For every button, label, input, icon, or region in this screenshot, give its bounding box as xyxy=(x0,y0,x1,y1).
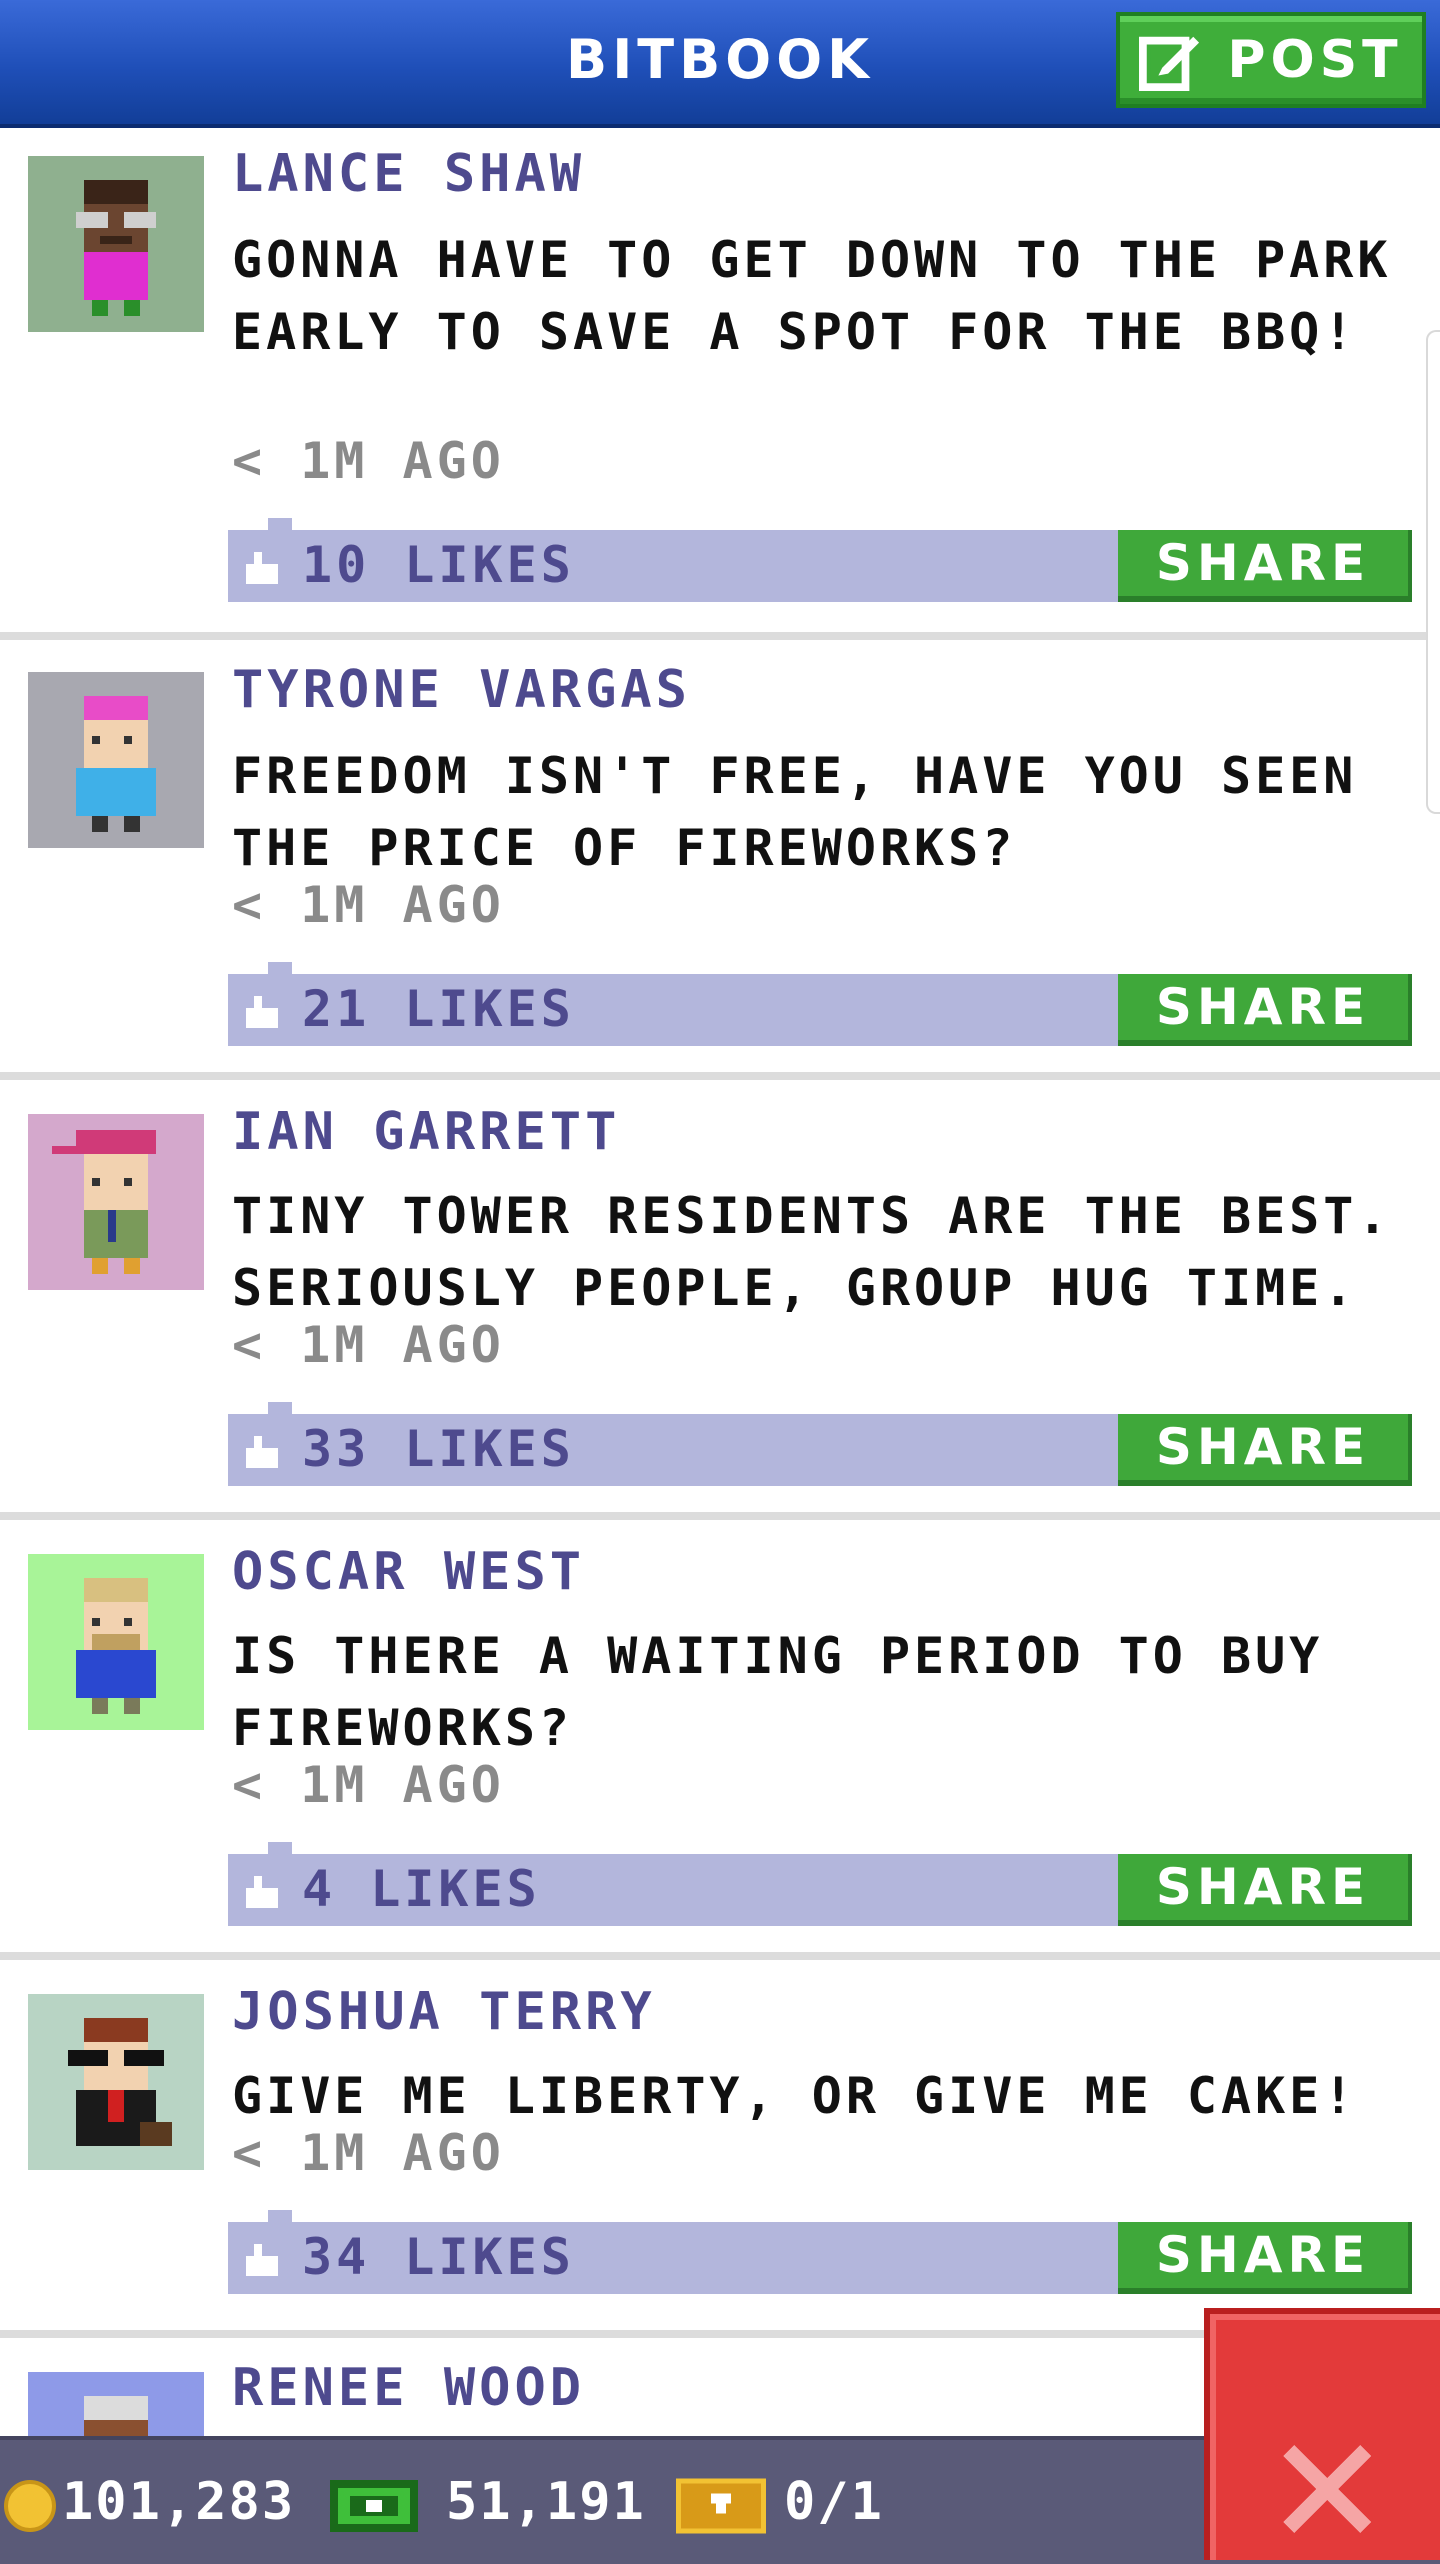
post-message: GIVE ME LIBERTY, OR GIVE ME CAKE! xyxy=(232,2067,1358,2125)
share-button[interactable]: SHARE xyxy=(1118,974,1412,1046)
post-message: TINY TOWER RESIDENTS ARE THE BEST. SERIO… xyxy=(232,1187,1392,1317)
scrollbar[interactable] xyxy=(1426,330,1440,814)
likes-count: 4 LIKES xyxy=(302,1860,541,1918)
close-button[interactable] xyxy=(1204,2308,1440,2560)
coins-count: 101,283 xyxy=(62,2472,296,2532)
feed-post: TYRONE VARGAS FREEDOM ISN'T FREE, HAVE Y… xyxy=(0,640,1440,1080)
likes-bar: 34 LIKES SHARE xyxy=(228,2210,1412,2294)
likes-count: 21 LIKES xyxy=(302,980,575,1038)
post-button-label: POST xyxy=(1227,30,1403,90)
post-author[interactable]: IAN GARRETT xyxy=(232,1102,620,1162)
post-author[interactable]: LANCE SHAW xyxy=(232,144,585,204)
like-tick xyxy=(268,1402,292,1416)
post-message: IS THERE A WAITING PERIOD TO BUY FIREWOR… xyxy=(232,1627,1324,1757)
share-button[interactable]: SHARE xyxy=(1118,530,1412,602)
avatar[interactable] xyxy=(28,1554,204,1730)
ticket-icon xyxy=(676,2478,766,2534)
close-icon xyxy=(1283,2445,1371,2533)
post-time: < 1M AGO xyxy=(232,1756,505,1814)
like-icon[interactable] xyxy=(242,2240,282,2280)
avatar[interactable] xyxy=(28,156,204,332)
avatar[interactable] xyxy=(28,1114,204,1290)
post-message: GONNA HAVE TO GET DOWN TO THE PARK EARLY… xyxy=(232,231,1392,361)
likes-bar: 4 LIKES SHARE xyxy=(228,1842,1412,1926)
share-button[interactable]: SHARE xyxy=(1118,1854,1412,1926)
likes-bar: 33 LIKES SHARE xyxy=(228,1402,1412,1486)
avatar[interactable] xyxy=(28,672,204,848)
post-author[interactable]: JOSHUA TERRY xyxy=(232,1982,656,2042)
feed-post: OSCAR WEST IS THERE A WAITING PERIOD TO … xyxy=(0,1520,1440,1960)
post-time: < 1M AGO xyxy=(232,432,505,490)
feed: LANCE SHAW GONNA HAVE TO GET DOWN TO THE… xyxy=(0,128,1440,2548)
bux-count: 51,191 xyxy=(446,2472,646,2532)
like-tick xyxy=(268,962,292,976)
feed-post: LANCE SHAW GONNA HAVE TO GET DOWN TO THE… xyxy=(0,128,1440,640)
coin-icon xyxy=(4,2480,56,2532)
like-tick xyxy=(268,2210,292,2224)
likes-count: 10 LIKES xyxy=(302,536,575,594)
app-header: BITBOOK POST xyxy=(0,0,1440,128)
post-message: FREEDOM ISN'T FREE, HAVE YOU SEEN THE PR… xyxy=(232,747,1358,877)
likes-bar: 21 LIKES SHARE xyxy=(228,962,1412,1046)
likes-count: 33 LIKES xyxy=(302,1420,575,1478)
post-author[interactable]: OSCAR WEST xyxy=(232,1542,585,1602)
post-time: < 1M AGO xyxy=(232,876,505,934)
like-tick xyxy=(268,518,292,532)
like-tick xyxy=(268,1842,292,1856)
tickets-count: 0/1 xyxy=(784,2472,884,2532)
post-time: < 1M AGO xyxy=(232,1316,505,1374)
post-author[interactable]: TYRONE VARGAS xyxy=(232,660,691,720)
post-time: < 1M AGO xyxy=(232,2124,505,2182)
post-author[interactable]: RENEE WOOD xyxy=(232,2358,585,2418)
post-button[interactable]: POST xyxy=(1116,12,1426,108)
compose-icon xyxy=(1139,36,1200,91)
feed-post: JOSHUA TERRY GIVE ME LIBERTY, OR GIVE ME… xyxy=(0,1960,1440,2338)
feed-post: IAN GARRETT TINY TOWER RESIDENTS ARE THE… xyxy=(0,1080,1440,1520)
likes-bar: 10 LIKES SHARE xyxy=(228,518,1412,602)
likes-count: 34 LIKES xyxy=(302,2228,575,2286)
like-icon[interactable] xyxy=(242,1432,282,1472)
cash-icon xyxy=(330,2480,418,2532)
like-icon[interactable] xyxy=(242,1872,282,1912)
like-icon[interactable] xyxy=(242,992,282,1032)
share-button[interactable]: SHARE xyxy=(1118,2222,1412,2294)
like-icon[interactable] xyxy=(242,548,282,588)
avatar[interactable] xyxy=(28,1994,204,2170)
share-button[interactable]: SHARE xyxy=(1118,1414,1412,1486)
